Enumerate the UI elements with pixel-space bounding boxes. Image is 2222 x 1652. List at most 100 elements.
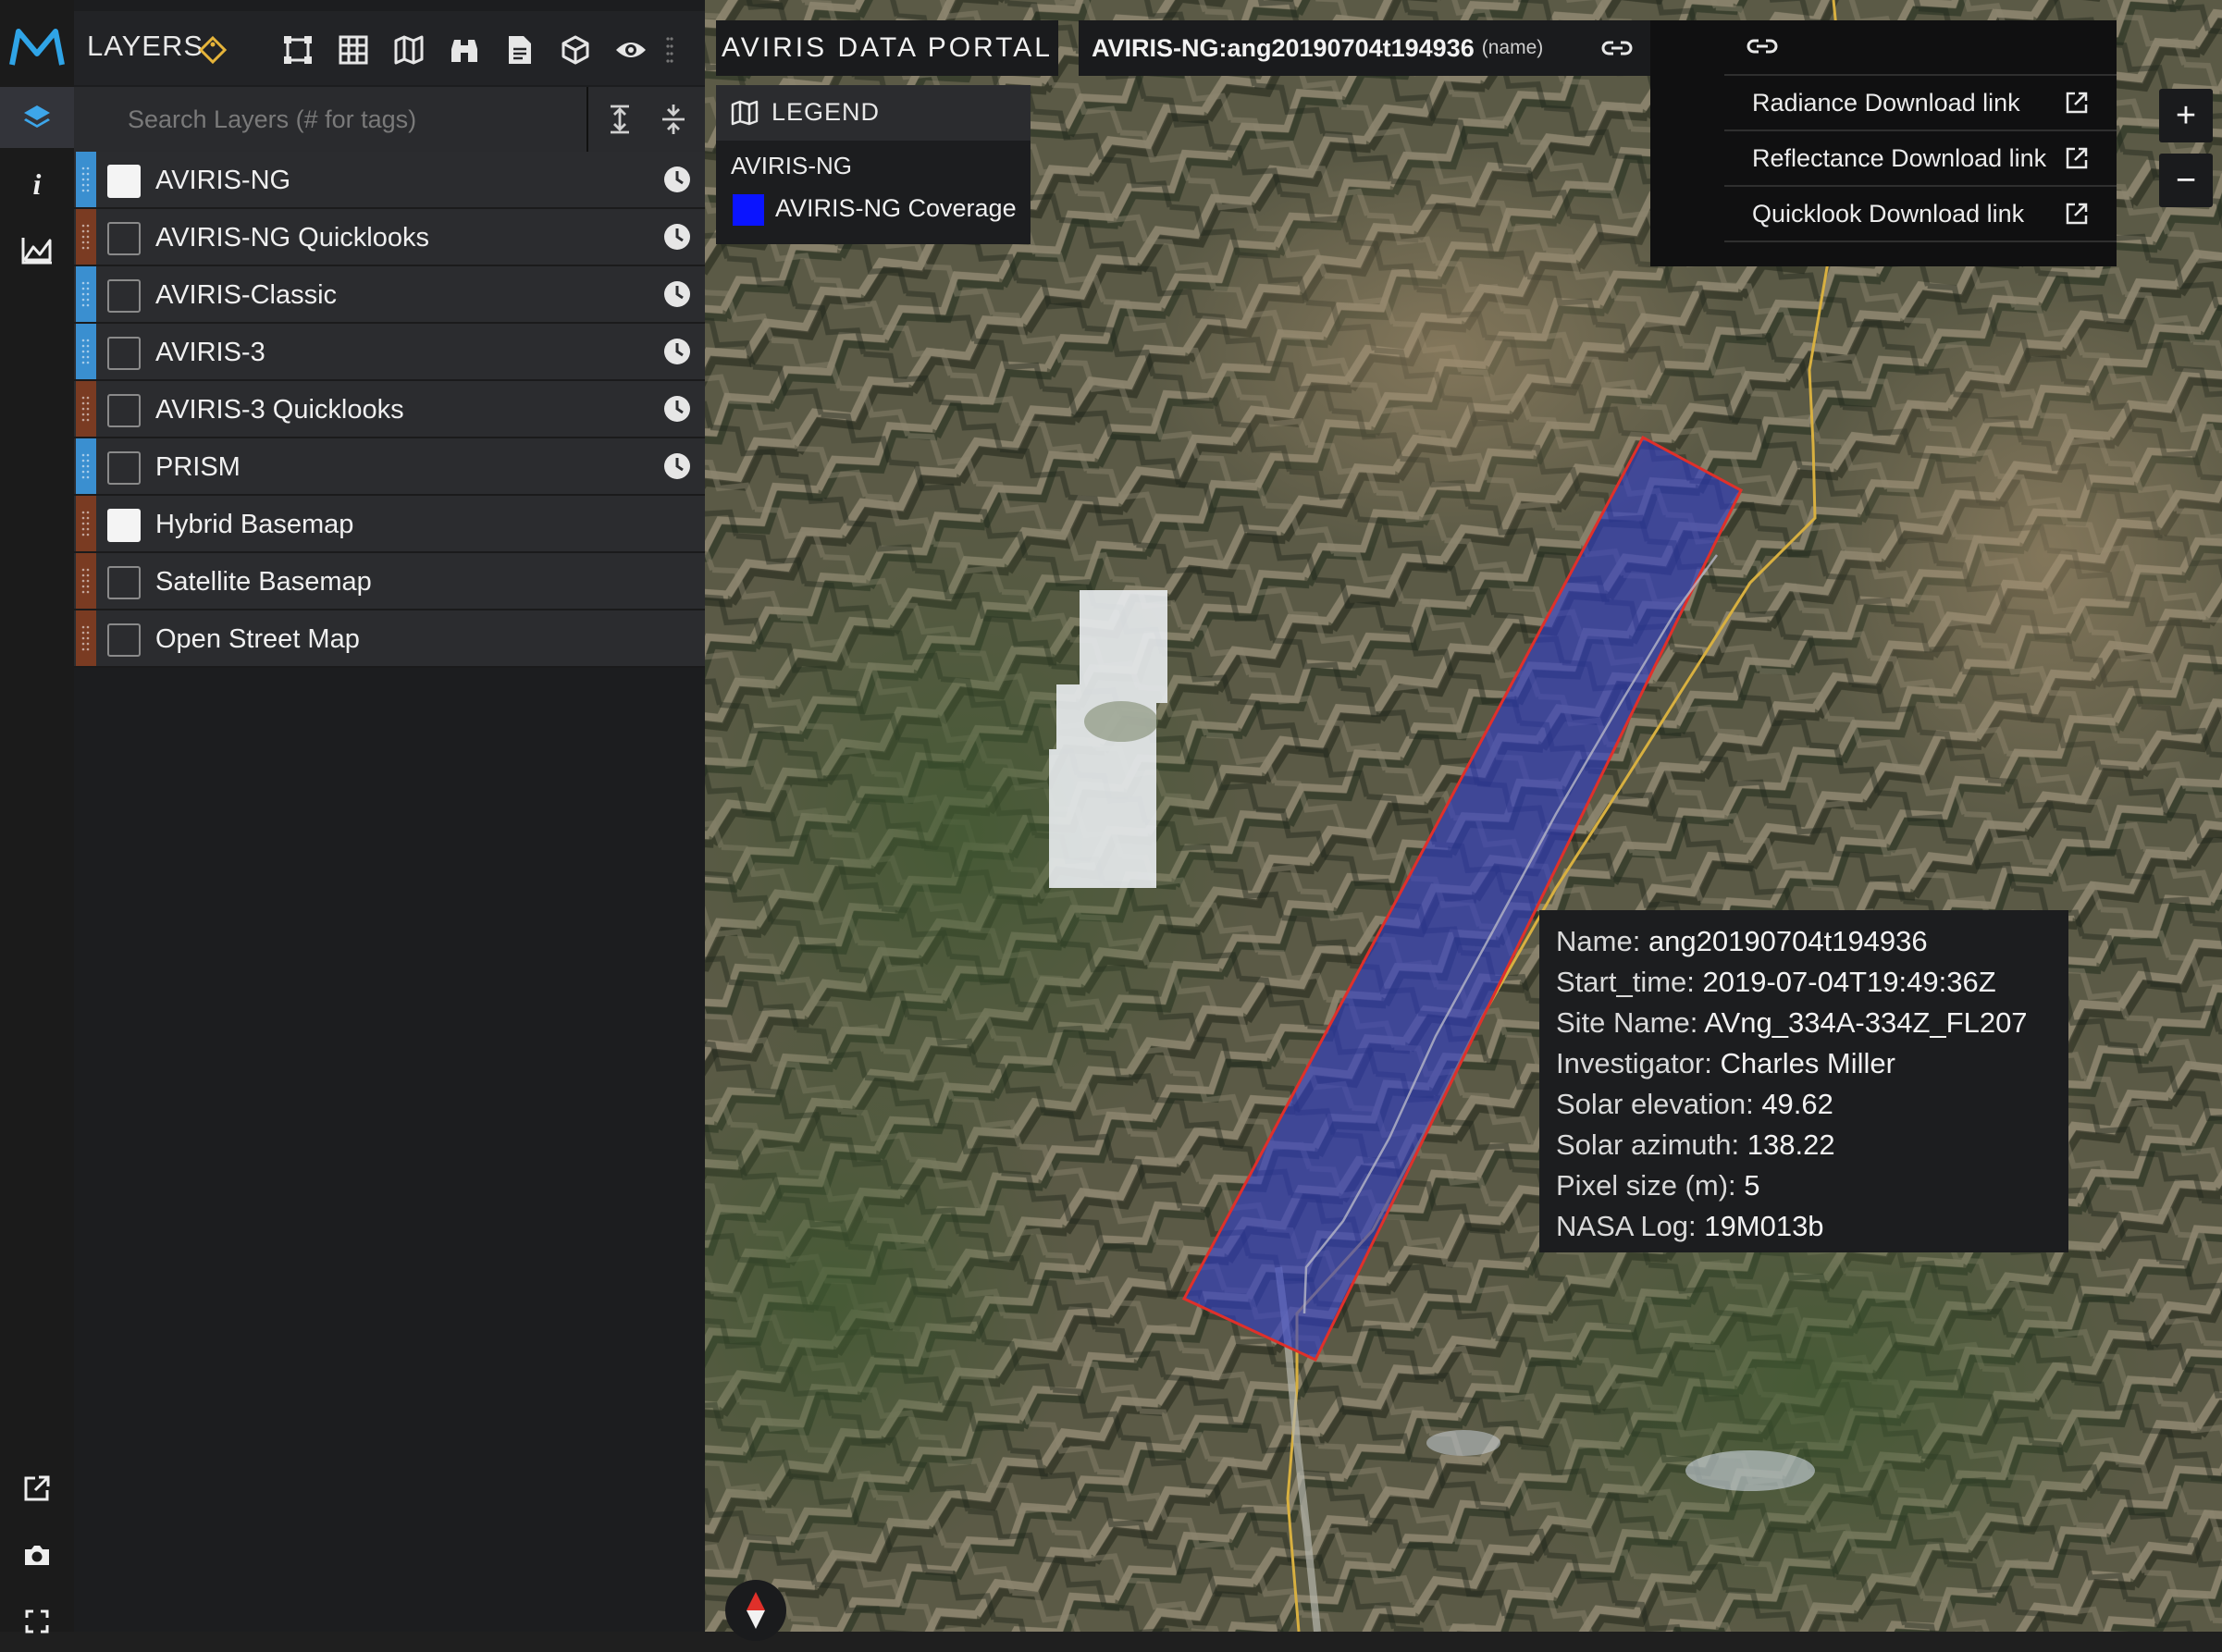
legend-header[interactable]: LEGEND	[716, 85, 1031, 141]
layer-drag-handle[interactable]	[76, 209, 96, 265]
layer-drag-handle[interactable]	[76, 266, 96, 322]
layer-row[interactable]: Satellite Basemap	[74, 553, 705, 610]
info-row: NASA Log: 19M013b	[1556, 1206, 2052, 1247]
external-link-icon	[2065, 146, 2089, 170]
3d-tool-button[interactable]	[557, 31, 594, 68]
download-link-item[interactable]: Radiance Download link	[1724, 76, 2117, 131]
layer-time-button[interactable]	[662, 337, 692, 366]
visibility-tool-button[interactable]	[612, 31, 649, 68]
search-tool-button[interactable]	[446, 31, 483, 68]
layer-time-button[interactable]	[662, 165, 692, 194]
layer-row[interactable]: PRISM	[74, 438, 705, 496]
map-tool-button[interactable]	[390, 31, 427, 68]
layer-visibility-checkbox[interactable]	[107, 451, 141, 485]
fullscreen-icon	[25, 1609, 49, 1634]
area-chart-icon	[21, 238, 52, 265]
portal-title: AVIRIS DATA PORTAL	[716, 20, 1058, 76]
download-link-item[interactable]: Reflectance Download link	[1724, 131, 2117, 187]
layer-search-input[interactable]	[74, 87, 588, 152]
layer-visibility-checkbox[interactable]	[107, 509, 141, 542]
layer-row[interactable]: Open Street Map	[74, 610, 705, 668]
external-link-icon	[24, 1475, 50, 1501]
feature-field-text: (name)	[1481, 37, 1544, 58]
document-tool-button[interactable]	[501, 31, 538, 68]
clock-icon	[664, 396, 690, 422]
screenshot-button[interactable]	[0, 1524, 74, 1585]
info-row: Start_time: 2019-07-04T19:49:36Z	[1556, 962, 2052, 1003]
layer-time-button[interactable]	[662, 279, 692, 309]
info-key: Investigator:	[1556, 1047, 1712, 1079]
layer-visibility-checkbox[interactable]	[107, 165, 141, 198]
download-link-label: Reflectance Download link	[1752, 144, 2047, 172]
info-value: 19M013b	[1704, 1210, 1824, 1242]
fullscreen-button[interactable]	[0, 1591, 74, 1652]
layers-tool-button[interactable]	[0, 87, 74, 148]
layer-row[interactable]: Hybrid Basemap	[74, 496, 705, 553]
tag-filter-button[interactable]	[194, 31, 231, 68]
layer-visibility-checkbox[interactable]	[107, 279, 141, 313]
layer-time-button[interactable]	[662, 222, 692, 252]
info-tool-button[interactable]: i	[0, 154, 74, 215]
legend-title: LEGEND	[772, 98, 881, 126]
app-logo[interactable]	[9, 24, 65, 70]
info-key: Start_time:	[1556, 966, 1695, 998]
zoom-in-button[interactable]: +	[2159, 89, 2213, 142]
layer-visibility-checkbox[interactable]	[107, 337, 141, 370]
layer-row[interactable]: AVIRIS-NG	[74, 152, 705, 209]
layer-row[interactable]: AVIRIS-NG Quicklooks	[74, 209, 705, 266]
polygon-select-icon	[284, 36, 312, 64]
download-link-item[interactable]: Quicklook Download link	[1724, 187, 2117, 242]
layer-name: Hybrid Basemap	[155, 510, 354, 539]
layer-drag-handle[interactable]	[76, 381, 96, 437]
layer-name: Satellite Basemap	[155, 567, 372, 597]
download-link-label: Quicklook Download link	[1752, 200, 2025, 228]
layer-drag-handle[interactable]	[76, 438, 96, 494]
layer-drag-handle[interactable]	[76, 152, 96, 207]
info-value: Charles Miller	[1720, 1047, 1895, 1079]
map-legend-icon	[731, 100, 759, 126]
download-link-label: Radiance Download link	[1752, 89, 2020, 117]
info-row: Name: ang20190704t194936	[1556, 921, 2052, 962]
chart-tool-button[interactable]	[0, 220, 74, 281]
layer-visibility-checkbox[interactable]	[107, 623, 141, 657]
legend-swatch	[733, 194, 764, 226]
zoom-out-button[interactable]: −	[2159, 154, 2213, 207]
info-icon: i	[32, 166, 42, 201]
layer-drag-handle[interactable]	[76, 496, 96, 551]
polygon-tool-button[interactable]	[279, 31, 316, 68]
layer-drag-handle[interactable]	[76, 324, 96, 379]
layer-row[interactable]: AVIRIS-3 Quicklooks	[74, 381, 705, 438]
map-icon	[394, 35, 424, 65]
layer-visibility-checkbox[interactable]	[107, 222, 141, 255]
layer-visibility-checkbox[interactable]	[107, 394, 141, 427]
layer-row[interactable]: AVIRIS-3	[74, 324, 705, 381]
layer-name: AVIRIS-NG	[155, 166, 291, 195]
feature-links-button[interactable]	[1584, 20, 1650, 76]
feature-info-tooltip: Name: ang20190704t194936 Start_time: 2019…	[1539, 910, 2068, 1252]
clock-icon	[664, 224, 690, 250]
grid-tool-button[interactable]	[335, 31, 372, 68]
drag-dots-icon	[81, 166, 90, 192]
layer-time-button[interactable]	[662, 394, 692, 424]
collapse-vertical-icon	[662, 105, 685, 134]
layer-row[interactable]: AVIRIS-Classic	[74, 266, 705, 324]
layer-name: PRISM	[155, 452, 241, 482]
layer-time-button[interactable]	[662, 451, 692, 481]
layer-name: AVIRIS-Classic	[155, 280, 338, 310]
toolbar-drag-handle[interactable]	[659, 31, 681, 68]
info-value: 138.22	[1747, 1128, 1835, 1161]
open-new-window-button[interactable]	[0, 1458, 74, 1519]
collapse-all-button[interactable]	[655, 101, 692, 138]
compass-button[interactable]	[725, 1580, 786, 1641]
link-icon	[1747, 39, 1778, 54]
selected-feature-label: AVIRIS-NG:ang20190704t194936 (name)	[1079, 20, 1584, 76]
drag-dots-icon	[81, 281, 90, 307]
drag-dots-icon	[81, 339, 90, 364]
layer-visibility-checkbox[interactable]	[107, 566, 141, 599]
layer-drag-handle[interactable]	[76, 553, 96, 609]
expand-all-button[interactable]	[601, 101, 638, 138]
drag-dots-icon	[81, 224, 90, 250]
info-row: Solar azimuth: 138.22	[1556, 1125, 2052, 1165]
layer-drag-handle[interactable]	[76, 610, 96, 666]
info-value: 2019-07-04T19:49:36Z	[1702, 966, 1996, 998]
